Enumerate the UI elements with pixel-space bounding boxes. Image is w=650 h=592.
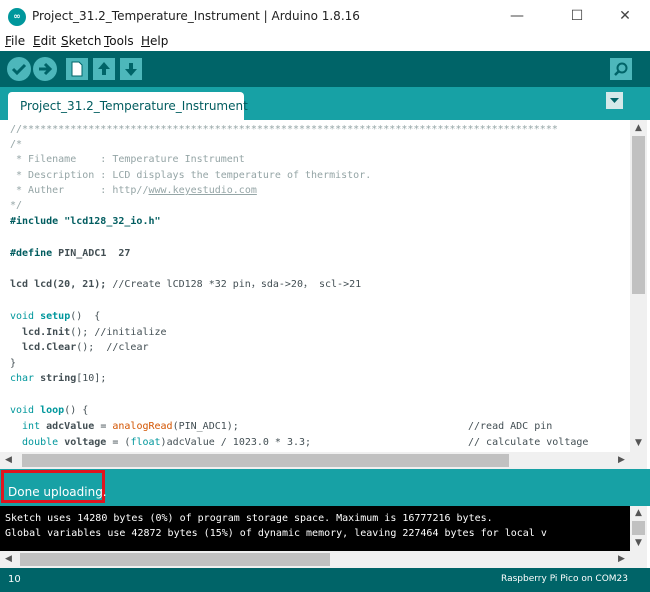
close-button[interactable]: ✕ — [610, 4, 640, 28]
toolbar — [0, 51, 650, 87]
code-line: #include "lcd128_32_io.h" — [10, 216, 161, 227]
code-line: /* — [10, 139, 23, 150]
code-line: lcd.Init(); //initialize — [10, 327, 167, 338]
code-line: void setup() { — [10, 311, 101, 322]
scrollbar-thumb[interactable] — [20, 553, 330, 566]
editor-horizontal-scrollbar[interactable]: ◀ ▶ — [0, 452, 630, 469]
console-vertical-scrollbar[interactable]: ▲ ▼ — [630, 506, 647, 551]
tab-menu-button[interactable] — [606, 92, 623, 109]
code-line: char string[10]; — [10, 373, 107, 384]
check-icon — [11, 63, 27, 76]
arduino-logo-icon: ∞ — [8, 8, 26, 26]
code-line: void loop() { — [10, 405, 89, 416]
magnifier-icon — [614, 62, 628, 76]
chevron-down-icon — [610, 98, 619, 103]
console-output[interactable]: Sketch uses 14280 bytes (0%) of program … — [0, 506, 630, 551]
menu-edit[interactable]: Edit — [33, 34, 56, 48]
code-editor[interactable]: //**************************************… — [0, 120, 630, 452]
code-line: * Description : LCD displays the tempera… — [10, 170, 372, 181]
code-line: * Filename : Temperature Instrument — [10, 154, 245, 165]
tab-active-sketch[interactable]: Project_31.2_Temperature_Instrument — [8, 92, 248, 120]
code-comment: //read ADC pin — [468, 421, 553, 432]
code-line: double voltage = (float)adcValue / 1023.… — [10, 437, 312, 448]
console-line: Global variables use 42872 bytes (15%) o… — [5, 528, 547, 539]
code-link[interactable]: www.keyestudio.com — [148, 185, 256, 196]
open-button[interactable] — [93, 58, 115, 80]
serial-monitor-button[interactable] — [610, 58, 632, 80]
scroll-right-icon[interactable]: ▶ — [613, 551, 630, 568]
scroll-left-icon[interactable]: ◀ — [0, 551, 17, 568]
code-line: */ — [10, 200, 23, 211]
scrollbar-thumb[interactable] — [632, 136, 645, 294]
maximize-button[interactable]: ☐ — [562, 4, 592, 28]
tab-bar: Project_31.2_Temperature_Instrument — [0, 87, 650, 120]
minimize-button[interactable]: — — [502, 4, 532, 28]
menu-file[interactable]: File — [5, 34, 25, 48]
menu-tools[interactable]: Tools — [104, 34, 134, 48]
scroll-up-icon[interactable]: ▲ — [630, 506, 647, 521]
window-title: Project_31.2_Temperature_Instrument | Ar… — [32, 9, 360, 23]
scrollbar-thumb[interactable] — [632, 521, 645, 535]
line-number: 10 — [8, 574, 21, 585]
scroll-left-icon[interactable]: ◀ — [0, 452, 17, 469]
new-sketch-button[interactable] — [66, 58, 88, 80]
code-line: * Auther : http//www.keyestudio.com — [10, 185, 257, 196]
verify-button[interactable] — [7, 57, 31, 81]
menu-sketch[interactable]: Sketch — [61, 34, 101, 48]
console-line: Sketch uses 14280 bytes (0%) of program … — [5, 513, 493, 524]
scroll-up-icon[interactable]: ▲ — [630, 120, 647, 137]
arrow-right-icon — [39, 62, 53, 76]
scroll-down-icon[interactable]: ▼ — [630, 536, 647, 551]
code-line: #define PIN_ADC1 27 — [10, 248, 131, 259]
code-line: } — [10, 358, 17, 369]
scrollbar-thumb[interactable] — [22, 454, 509, 467]
code-line: int adcValue = analogRead(PIN_ADC1); — [10, 421, 239, 432]
status-message: Done uploading. — [8, 485, 107, 499]
code-comment: // calculate voltage — [468, 437, 589, 448]
status-bar: Done uploading. — [0, 469, 650, 506]
scroll-down-icon[interactable]: ▼ — [630, 435, 647, 452]
scroll-right-icon[interactable]: ▶ — [613, 452, 630, 469]
new-file-icon — [71, 61, 83, 77]
code-line: //**************************************… — [10, 124, 558, 135]
scrollbar-corner — [630, 551, 647, 568]
save-icon — [125, 63, 137, 76]
save-button[interactable] — [120, 58, 142, 80]
upload-button[interactable] — [33, 57, 57, 81]
board-port-info: Raspberry Pi Pico on COM23 — [501, 574, 628, 584]
open-icon — [98, 62, 110, 75]
menu-bar: File Edit Sketch Tools Help — [0, 33, 650, 51]
code-line: lcd lcd(20, 21); //Create lCD128 *32 pin… — [10, 279, 362, 290]
title-bar: ∞ Project_31.2_Temperature_Instrument | … — [0, 0, 650, 33]
menu-help[interactable]: Help — [141, 34, 168, 48]
footer-bar: 10 Raspberry Pi Pico on COM23 — [0, 568, 650, 592]
editor-vertical-scrollbar[interactable]: ▲ ▼ — [630, 120, 647, 452]
scrollbar-corner — [630, 452, 647, 469]
console-horizontal-scrollbar[interactable]: ◀ ▶ — [0, 551, 630, 568]
code-line: lcd.Clear(); //clear — [10, 342, 149, 353]
